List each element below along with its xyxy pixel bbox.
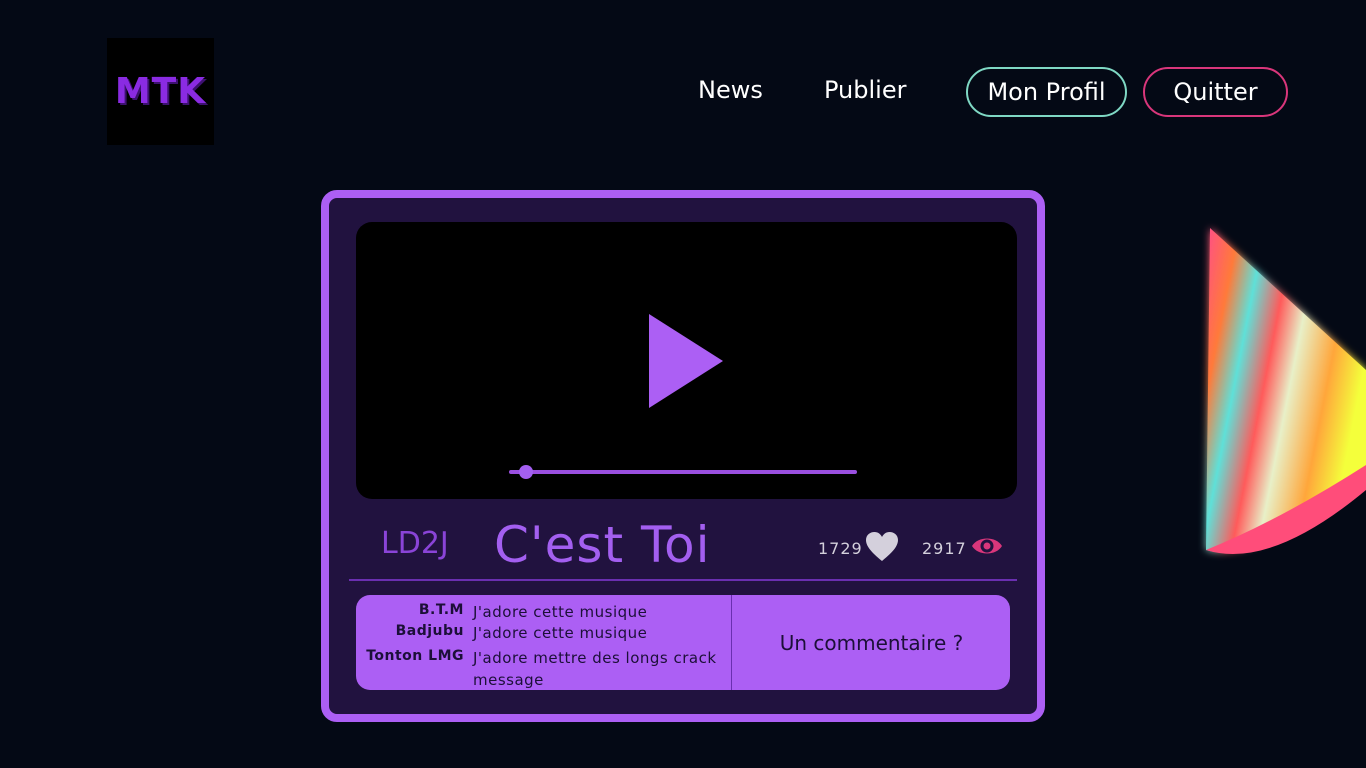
artist-name[interactable]: LD2J	[381, 526, 449, 561]
nav-publier-link[interactable]: Publier	[824, 76, 906, 104]
comment-author: B.T.M	[418, 602, 464, 618]
quitter-label: Quitter	[1173, 78, 1258, 106]
song-title: C'est Toi	[494, 516, 711, 574]
progress-bar[interactable]	[509, 470, 857, 474]
divider	[349, 579, 1017, 581]
comment-author: Tonton LMG	[366, 648, 464, 664]
logo[interactable]: MTK	[107, 38, 214, 145]
heart-icon[interactable]	[865, 531, 899, 563]
add-comment-button[interactable]: Un commentaire ?	[733, 595, 1010, 690]
play-icon[interactable]	[649, 314, 723, 408]
comments-list: B.T.M J'adore cette musique Badjubu J'ad…	[356, 595, 732, 690]
comments-section: B.T.M J'adore cette musique Badjubu J'ad…	[356, 595, 1010, 690]
progress-handle[interactable]	[519, 465, 534, 479]
nav-news-link[interactable]: News	[698, 76, 763, 104]
logo-text: MTK	[114, 71, 207, 112]
quitter-button[interactable]: Quitter	[1143, 67, 1288, 117]
eye-icon	[972, 538, 1002, 554]
mon-profil-label: Mon Profil	[987, 78, 1106, 106]
player-card: LD2J C'est Toi 1729 2917 B.T.M J'adore c…	[321, 190, 1045, 722]
views-count: 2917	[922, 539, 967, 558]
comment-text: J'adore cette musique	[473, 624, 648, 642]
likes-count: 1729	[818, 539, 863, 558]
video-player[interactable]	[356, 222, 1017, 499]
comment-text: J'adore mettre des longs crack message	[473, 649, 717, 689]
mon-profil-button[interactable]: Mon Profil	[966, 67, 1127, 117]
comment-author: Badjubu	[395, 623, 464, 639]
comment-text: J'adore cette musique	[473, 603, 648, 621]
party-hat-icon	[1206, 228, 1366, 554]
